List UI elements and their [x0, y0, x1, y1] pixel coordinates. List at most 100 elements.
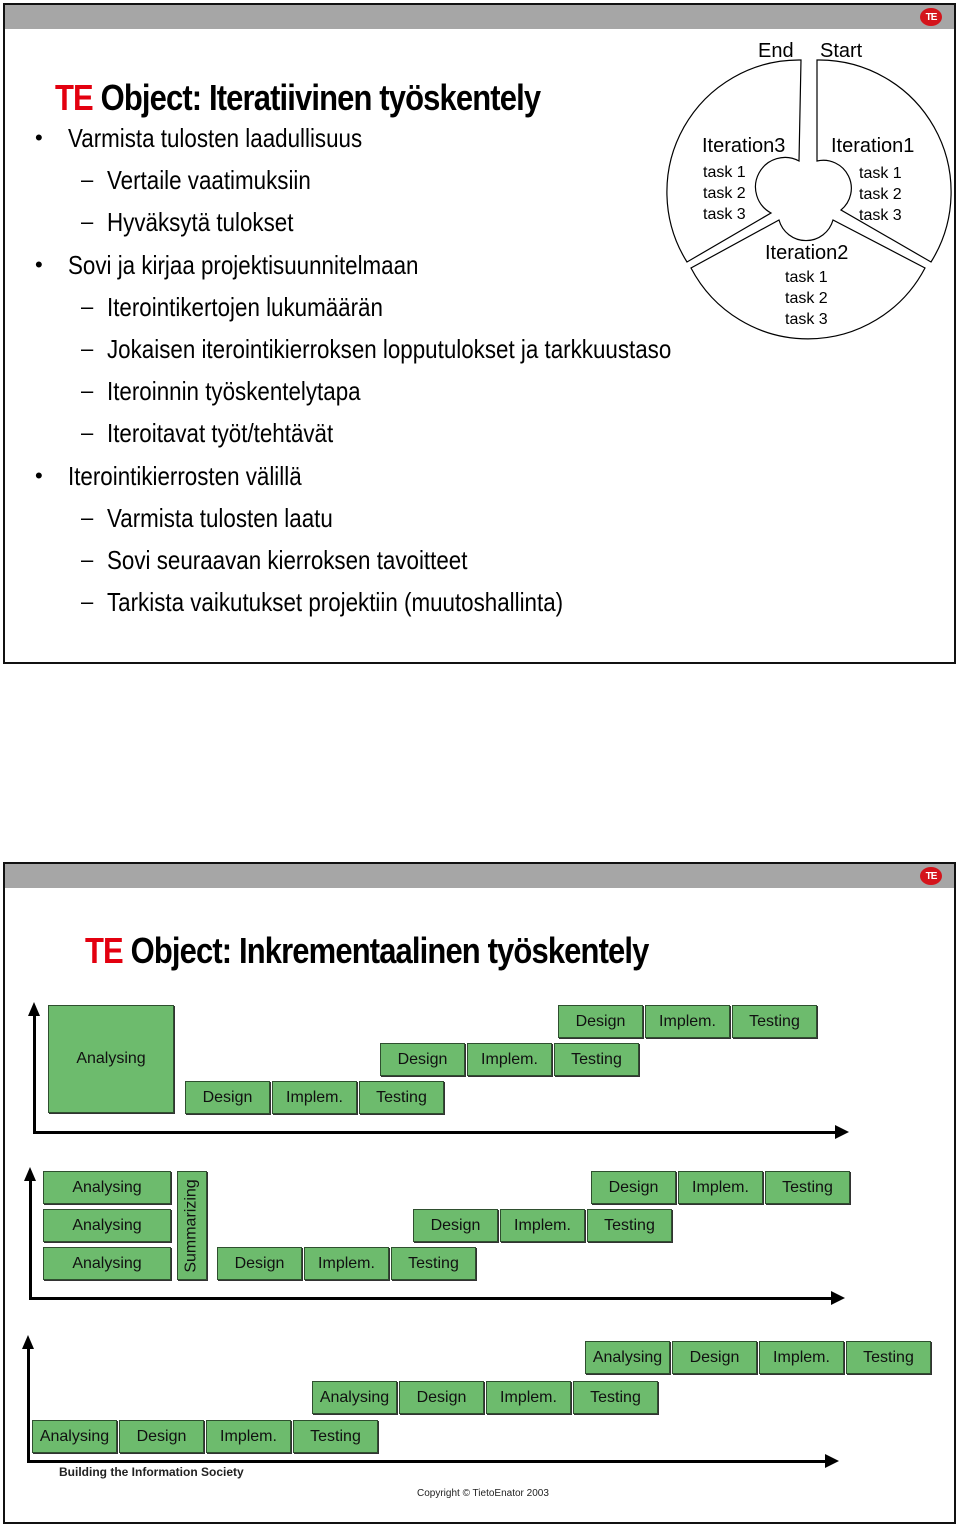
testing-box-label: Testing: [571, 1050, 622, 1068]
implem-box-label: Implem.: [286, 1088, 343, 1106]
sub-bullet-item: Sovi seuraavan kierroksen tavoitteet: [107, 545, 468, 575]
design-box: Design: [380, 1043, 465, 1076]
implem-box: Implem.: [759, 1341, 844, 1374]
sub-bullet-item: Jokaisen iterointikierroksen lopputuloks…: [107, 334, 672, 364]
design-box-label: Design: [689, 1348, 740, 1366]
testing-box: Testing: [732, 1005, 817, 1038]
testing-box: Testing: [765, 1171, 850, 1204]
diagram3-x-axis: [27, 1460, 827, 1463]
implem-box: Implem.: [467, 1043, 552, 1076]
testing-box: Testing: [359, 1081, 444, 1114]
analysing-box-label: Analysing: [76, 1050, 146, 1067]
bullet-marker-icon: •: [35, 125, 43, 150]
diagram2-x-arrow-icon: [831, 1291, 845, 1305]
design-box: Design: [672, 1341, 757, 1374]
testing-box: Testing: [587, 1209, 672, 1242]
analysing-box: Analysing: [48, 1005, 174, 1113]
testing-box-label: Testing: [863, 1348, 914, 1366]
title-prefix: TE: [85, 930, 124, 971]
start-label: Start: [820, 40, 863, 62]
implem-box-label: Implem.: [692, 1178, 749, 1196]
design-box: Design: [591, 1171, 676, 1204]
diagram3-x-arrow-icon: [825, 1454, 839, 1468]
diagram1-x-arrow-icon: [835, 1125, 849, 1139]
sub-bullet-item: Vertaile vaatimuksiin: [107, 165, 311, 195]
implem-box-label: Implem.: [481, 1050, 538, 1068]
design-box: Design: [119, 1420, 204, 1453]
implem-box-label: Implem.: [659, 1012, 716, 1030]
slide-title: TE Object: Iteratiivinen työskentely: [55, 77, 541, 119]
testing-box-label: Testing: [590, 1388, 641, 1406]
title-text: Object: Inkrementaalinen työskentely: [122, 930, 650, 971]
iteration1-label: Iteration1: [831, 135, 914, 157]
implem-box: Implem.: [304, 1247, 389, 1280]
implem-box-label: Implem.: [318, 1254, 375, 1272]
bullet-item: Iterointikierrosten välillä: [68, 461, 302, 491]
title-text: Object: Iteratiivinen työskentely: [92, 77, 541, 118]
copyright: Copyright © TietoEnator 2003: [417, 1488, 549, 1499]
design-box: Design: [399, 1381, 484, 1414]
dash-marker-icon: –: [81, 589, 94, 614]
iteration2-task: task 2: [785, 290, 828, 307]
diagram1-x-axis: [33, 1131, 838, 1134]
testing-box: Testing: [391, 1247, 476, 1280]
diagram1-y-axis: [33, 1014, 36, 1134]
analysing-box: Analysing: [312, 1381, 397, 1414]
testing-box-label: Testing: [408, 1254, 459, 1272]
diagram3-y-arrow-icon: [22, 1335, 34, 1349]
design-box-label: Design: [202, 1088, 253, 1106]
dash-marker-icon: –: [81, 547, 94, 572]
te-logo-icon: TE: [920, 867, 942, 885]
bullet-marker-icon: •: [35, 463, 43, 488]
design-box-label: Design: [416, 1388, 467, 1406]
slide-header-bar: TE: [5, 5, 954, 29]
testing-box-label: Testing: [376, 1088, 427, 1106]
title-prefix: TE: [55, 77, 94, 118]
iteration1-task: task 3: [859, 207, 902, 224]
implem-box: Implem.: [272, 1081, 357, 1114]
sub-bullet-item: Hyväksytä tulokset: [107, 207, 294, 237]
analysing-box-label: Analysing: [39, 1427, 110, 1445]
summarizing-box-label: Summarizing: [183, 1178, 201, 1273]
implem-box-label: Implem.: [500, 1388, 557, 1406]
te-logo-icon: TE: [920, 8, 942, 26]
testing-box-label: Testing: [604, 1216, 655, 1234]
analysing-box-label: Analysing: [592, 1348, 663, 1366]
analysing-box: Analysing: [43, 1209, 171, 1242]
dash-marker-icon: –: [81, 420, 94, 445]
implem-box: Implem.: [206, 1420, 291, 1453]
iteration1-task: task 2: [859, 186, 902, 203]
testing-box-label: Testing: [310, 1427, 361, 1445]
slide-header-bar: TE: [5, 864, 954, 888]
iteration-cycle-diagram: End Start Iteration3 task 1 task 2 task …: [666, 40, 952, 340]
diagram2-y-arrow-icon: [24, 1167, 36, 1181]
design-box-label: Design: [608, 1178, 659, 1196]
summarizing-box: Summarizing: [177, 1171, 207, 1280]
testing-box: Testing: [846, 1341, 931, 1374]
analysing-box-label: Analysing: [319, 1388, 390, 1406]
footer-tagline: Building the Information Society: [59, 1465, 244, 1479]
diagram2-y-axis: [29, 1179, 32, 1300]
iteration3-task: task 1: [703, 164, 746, 181]
design-box: Design: [558, 1005, 643, 1038]
diagram1-y-arrow-icon: [28, 1002, 40, 1016]
dash-marker-icon: –: [81, 294, 94, 319]
sub-bullet-item: Iterointikertojen lukumäärän: [107, 292, 383, 322]
implem-box: Implem.: [500, 1209, 585, 1242]
iteration1-task: task 1: [859, 165, 902, 182]
implem-box: Implem.: [486, 1381, 571, 1414]
dash-marker-icon: –: [81, 209, 94, 234]
testing-box: Testing: [573, 1381, 658, 1414]
analysing-box-label: Analysing: [72, 1216, 142, 1234]
testing-box: Testing: [554, 1043, 639, 1076]
design-box-label: Design: [234, 1254, 285, 1272]
iteration3-task: task 2: [703, 185, 746, 202]
analysing-box: Analysing: [32, 1420, 117, 1453]
analysing-box: Analysing: [585, 1341, 670, 1374]
bullet-marker-icon: •: [35, 252, 43, 277]
design-box: Design: [413, 1209, 498, 1242]
implem-box: Implem.: [678, 1171, 763, 1204]
sub-bullet-item: Tarkista vaikutukset projektiin (muutosh…: [107, 587, 564, 617]
testing-box-label: Testing: [782, 1178, 833, 1196]
diagram3-y-axis: [27, 1347, 30, 1463]
